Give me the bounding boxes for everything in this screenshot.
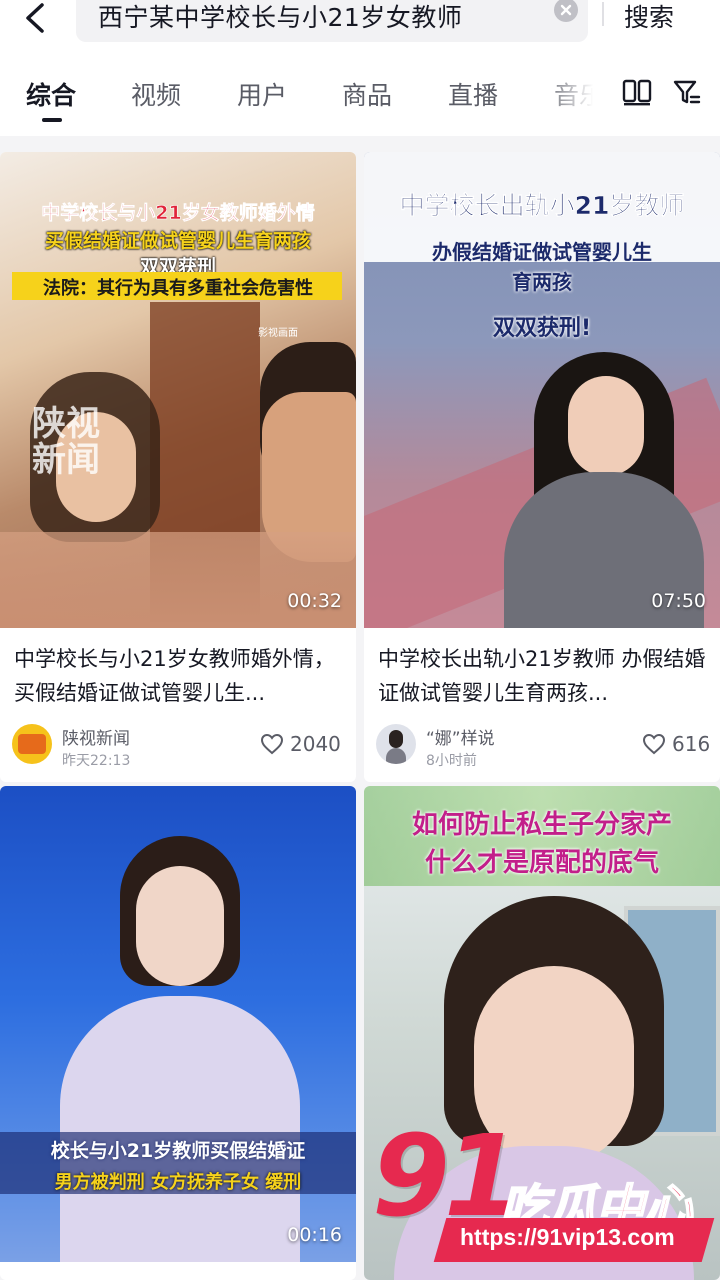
- tab-all[interactable]: 综合: [26, 76, 76, 112]
- post-time: 昨天22:13: [62, 753, 131, 769]
- back-arrow-icon: [26, 3, 44, 33]
- video-thumbnail[interactable]: 中学校长出轨小21岁教师 办假结婚证做试管婴儿生 育两孩 双双获刑! 07:50: [364, 152, 720, 628]
- like-count-text: 616: [672, 732, 711, 756]
- anchor-suit: [60, 996, 300, 1262]
- overlay-line: 校长与小21岁教师买假结婚证: [50, 1140, 306, 1162]
- heart-icon: [260, 733, 284, 755]
- video-thumbnail[interactable]: 校长与小21岁教师买假结婚证 男方被判刑 女方抚养子女 缓刑 00:16: [0, 786, 356, 1262]
- watermark-url: https://91vip13.com: [460, 1224, 675, 1250]
- source-mark: 影视画面: [258, 328, 298, 339]
- like-count-text: 2040: [290, 732, 341, 756]
- back-button[interactable]: [14, 0, 54, 36]
- tab-live[interactable]: 直播: [448, 76, 498, 112]
- heart-icon: [642, 733, 666, 755]
- dual-column-icon[interactable]: [622, 78, 652, 106]
- tab-users[interactable]: 用户: [237, 76, 287, 112]
- overlay-line: 双双获刑!: [492, 316, 592, 341]
- top-bar: 西宁某中学校长与小21岁女教师 搜索: [0, 0, 720, 60]
- like-count[interactable]: 616: [642, 732, 710, 756]
- channel-logo-watermark: 陕视新闻: [32, 404, 100, 480]
- tab-bar: 综合 视频 用户 商品 直播 音乐: [0, 60, 720, 136]
- avatar[interactable]: [12, 724, 52, 764]
- overlay-line: 育两孩: [512, 270, 572, 294]
- search-query-text: 西宁某中学校长与小21岁女教师: [98, 3, 463, 32]
- overlay-line: 男方被判刑 女方抚养子女 缓刑: [54, 1172, 302, 1193]
- overlay-line: 法院：其行为具有多重社会危害性: [43, 278, 313, 299]
- overlay-line: 买假结婚证做试管婴儿生育两孩: [44, 230, 311, 252]
- author-name[interactable]: 陕视新闻: [62, 724, 130, 749]
- video-duration: 00:16: [287, 1224, 342, 1246]
- tab-products[interactable]: 商品: [342, 76, 392, 112]
- overlay-line: 什么才是原配的底气: [424, 848, 659, 878]
- overlay-line: 办假结婚证做试管婴儿生: [432, 240, 652, 264]
- filter-icon[interactable]: [672, 78, 702, 108]
- woman-face: [568, 376, 644, 476]
- author-name[interactable]: “娜”样说: [426, 724, 495, 749]
- video-duration: 07:50: [651, 590, 706, 612]
- search-button[interactable]: 搜索: [624, 0, 674, 34]
- clear-icon[interactable]: [554, 0, 578, 22]
- video-title[interactable]: 中学校长与小21岁女教师婚外情，买假结婚证做试管婴儿生...: [14, 642, 344, 710]
- overlay-line: 中学校长出轨小21岁教师: [399, 191, 685, 221]
- overlay-line: 如何防止私生子分家产: [411, 810, 672, 840]
- tab-video[interactable]: 视频: [131, 76, 181, 112]
- post-time: 8小时前: [426, 753, 477, 769]
- overlay-line: 中学校长与小21岁女教师婚外情: [41, 202, 315, 225]
- search-input[interactable]: 西宁某中学校长与小21岁女教师: [76, 0, 588, 42]
- shoulders: [0, 532, 356, 628]
- anchor-face: [136, 866, 224, 986]
- search-divider: [602, 2, 604, 26]
- video-duration: 00:32: [287, 590, 342, 612]
- active-tab-indicator: [42, 118, 62, 122]
- tab-fade: [540, 60, 616, 136]
- like-count[interactable]: 2040: [260, 732, 341, 756]
- video-thumbnail[interactable]: 中学校长与小21岁女教师婚外情 买假结婚证做试管婴儿生育两孩 双双获刑 法院：其…: [0, 152, 356, 628]
- avatar[interactable]: [376, 724, 416, 764]
- video-card[interactable]: 中学校长与小21岁女教师婚外情 买假结婚证做试管婴儿生育两孩 双双获刑 法院：其…: [0, 152, 356, 782]
- video-card[interactable]: 校长与小21岁教师买假结婚证 男方被判刑 女方抚养子女 缓刑 00:16: [0, 786, 356, 1280]
- video-title[interactable]: 中学校长出轨小21岁教师 办假结婚证做试管婴儿生育两孩...: [378, 642, 708, 710]
- video-card[interactable]: 中学校长出轨小21岁教师 办假结婚证做试管婴儿生 育两孩 双双获刑! 07:50…: [364, 152, 720, 782]
